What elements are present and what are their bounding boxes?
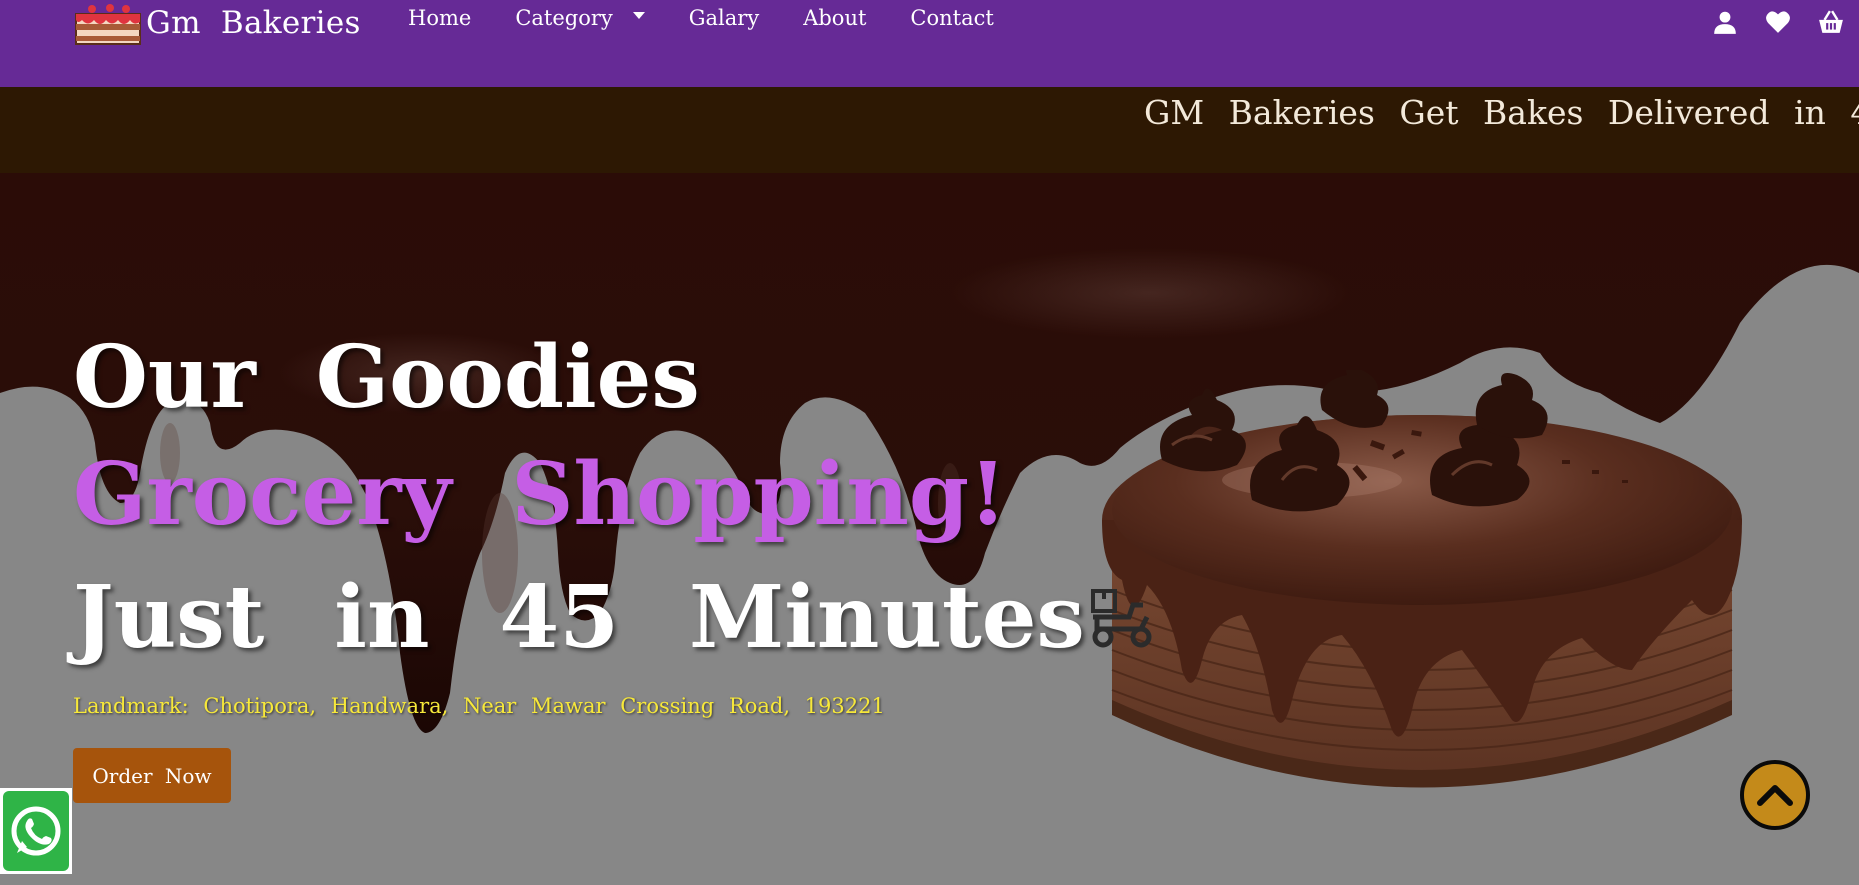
order-now-button[interactable]: Order Now <box>73 748 231 803</box>
nav-category-label: Category <box>515 6 613 30</box>
address-text: Landmark: Chotipora, Handwara, Near Mawa… <box>73 694 885 718</box>
nav-category[interactable]: Category <box>515 6 645 30</box>
nav-icons <box>1712 9 1844 35</box>
heart-icon[interactable] <box>1765 9 1791 35</box>
chevron-down-icon <box>632 11 645 19</box>
whatsapp-icon <box>3 791 69 871</box>
nav-about[interactable]: About <box>803 6 866 30</box>
hero-title-line1: Our Goodies <box>73 327 700 428</box>
chocolate-cake-image <box>1102 370 1742 788</box>
navbar: Gm Bakeries Home Category Galary About C… <box>0 0 1859 87</box>
announcement-text: GM Bakeries Get Bakes Delivered in 45 M <box>1144 93 1859 132</box>
basket-icon[interactable] <box>1818 9 1844 35</box>
hero-title-line2: Grocery Shopping! <box>73 444 1007 545</box>
hero-title-line3: Just in 45 Minutes <box>73 575 1155 661</box>
delivery-scooter-icon <box>1090 589 1152 648</box>
hero-section: Our Goodies Grocery Shopping! Just in 45… <box>0 173 1859 885</box>
user-icon[interactable] <box>1712 9 1738 35</box>
nav-galary[interactable]: Galary <box>689 6 759 30</box>
brand-name: Gm Bakeries <box>146 5 361 41</box>
brand[interactable]: Gm Bakeries <box>74 0 361 46</box>
hero-title-line3-text: Just in 45 Minutes <box>73 567 1085 668</box>
cake-logo-icon <box>75 4 141 45</box>
nav-home[interactable]: Home <box>408 6 471 30</box>
whatsapp-button[interactable] <box>0 788 72 874</box>
nav-contact[interactable]: Contact <box>910 6 993 30</box>
main-nav: Home Category Galary About Contact <box>408 6 1038 30</box>
scroll-to-top-button[interactable] <box>1740 760 1810 830</box>
chevron-up-icon <box>1757 785 1793 806</box>
announcement-bar: GM Bakeries Get Bakes Delivered in 45 M <box>0 87 1859 173</box>
